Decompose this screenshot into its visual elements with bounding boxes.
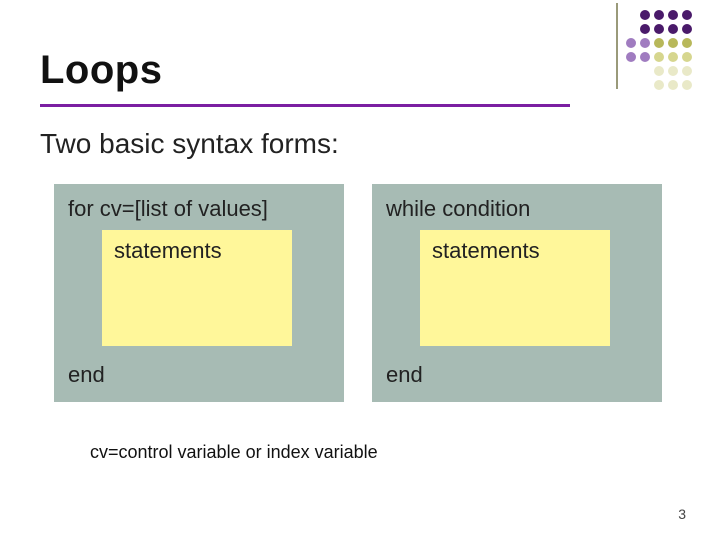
panels: for cv=[list of values] statements end w…	[54, 184, 662, 402]
title-underline	[40, 104, 570, 107]
title-wrap: Loops	[40, 48, 680, 93]
page-number: 3	[678, 506, 686, 522]
page-title: Loops	[40, 48, 680, 93]
panel-while-body: statements	[432, 238, 540, 264]
subtitle: Two basic syntax forms:	[40, 128, 339, 160]
panel-while-header: while condition	[386, 196, 530, 222]
slide: Loops Two basic syntax forms: for cv=[li…	[0, 0, 720, 540]
panel-for-body: statements	[114, 238, 222, 264]
panel-while-body-box: statements	[420, 230, 610, 346]
panel-for-body-box: statements	[102, 230, 292, 346]
footnote: cv=control variable or index variable	[90, 442, 378, 463]
panel-for-end: end	[68, 362, 105, 388]
panel-for: for cv=[list of values] statements end	[54, 184, 344, 402]
panel-for-header: for cv=[list of values]	[68, 196, 268, 222]
panel-while: while condition statements end	[372, 184, 662, 402]
panel-while-end: end	[386, 362, 423, 388]
